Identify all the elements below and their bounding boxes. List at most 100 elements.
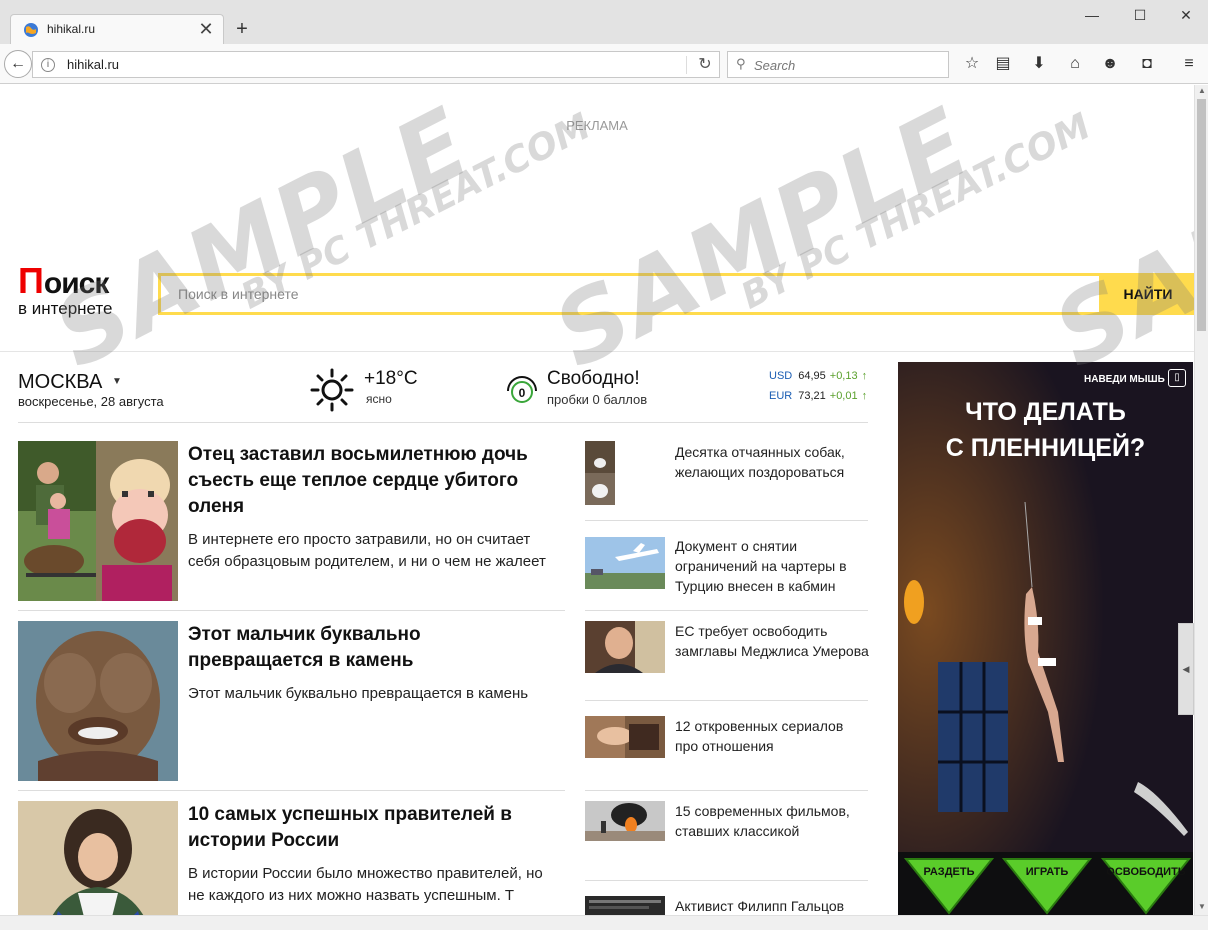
new-tab-button[interactable]: + (232, 18, 252, 40)
star-icon[interactable]: ☆ (960, 52, 984, 76)
ad-button-play[interactable]: ИГРАТЬ (1001, 857, 1093, 915)
rate-code: USD (769, 370, 793, 382)
side-image-activist[interactable] (585, 896, 665, 915)
ad-hint-text: НАВЕДИ МЫШЬ (1084, 374, 1165, 385)
rate-value: 73,21 (798, 390, 826, 402)
home-icon[interactable]: ⌂ (1063, 52, 1087, 76)
tab-title: hihikal.ru (47, 22, 96, 36)
scroll-up-icon[interactable]: ▲ (1195, 85, 1208, 97)
info-icon[interactable]: i (41, 58, 55, 72)
watermark: SAMPLE (1037, 86, 1194, 390)
article-image-stone-boy[interactable] (18, 621, 178, 781)
article-desc[interactable]: В интернете его просто затравили, но он … (188, 529, 548, 573)
side-image-films[interactable] (585, 801, 665, 841)
side-panel-toggle[interactable]: ◀ (1178, 623, 1194, 715)
side-image-plane[interactable] (585, 537, 665, 589)
maximize-icon[interactable]: ☐ (1124, 4, 1156, 26)
mouse-icon: ▯ (1168, 369, 1186, 387)
traffic-desc: пробки 0 баллов (547, 392, 648, 407)
ad-headline-line1: ЧТО ДЕЛАТЬ (965, 398, 1126, 426)
smiley-icon[interactable]: ☻ (1098, 52, 1122, 76)
traffic-level: 0 (518, 386, 526, 400)
article-divider (18, 790, 565, 791)
ad-button-label: РАЗДЕТЬ (923, 866, 975, 878)
globe-favicon-icon (24, 23, 38, 37)
chevron-down-icon[interactable]: ▼ (112, 376, 122, 387)
side-article-title[interactable]: 12 откровенных сериалов про отношения (675, 716, 870, 756)
back-arrow-icon: ← (10, 55, 26, 72)
ad-button-undress[interactable]: РАЗДЕТЬ (903, 857, 995, 915)
pocket-icon[interactable]: ◘ (1135, 52, 1159, 76)
back-button[interactable]: ← (4, 50, 32, 78)
arrow-up-icon: ↑ (861, 370, 868, 382)
ad-button-label: ОСВОБОДИТЬ (1106, 866, 1186, 878)
url-bar[interactable]: i hihikal.ru ↻ (32, 51, 720, 78)
side-article-title[interactable]: ЕС требует освободить замглавы Меджлиса … (675, 621, 870, 661)
window-close-icon[interactable]: ✕ (1170, 4, 1202, 26)
article-image-peter[interactable] (18, 801, 178, 915)
logo-subtitle: в интернете (18, 299, 113, 318)
side-article-title[interactable]: 15 современных фильмов, ставших классико… (675, 801, 870, 841)
browser-search-placeholder[interactable]: Search (754, 58, 795, 73)
ad-headline-line2: С ПЛЕННИЦЕЙ? (945, 434, 1146, 462)
side-divider (585, 790, 868, 791)
side-divider (585, 880, 868, 881)
arrow-up-icon: ↑ (861, 390, 868, 402)
site-logo[interactable]: Поиск в интернете (18, 263, 158, 323)
logo-main-text: оиск (43, 267, 109, 300)
nav-toolbar: ← i hihikal.ru ↻ ⚲ Search ☆ ▤ ⬇ ⌂ ☻ ◘ ≡ (0, 44, 1208, 84)
web-search-input[interactable] (161, 276, 1097, 312)
side-divider (585, 520, 868, 521)
side-divider (585, 700, 868, 701)
side-article-title[interactable]: Десятка отчаянных собак, желающих поздор… (675, 442, 870, 482)
article-title[interactable]: Этот мальчик буквально превращается в ка… (188, 622, 558, 674)
web-search-form: НАЙТИ (158, 273, 1194, 315)
weather-desc: ясно (366, 392, 392, 406)
temperature: +18°C (364, 368, 418, 389)
city-name[interactable]: МОСКВА (18, 371, 102, 394)
side-article-title[interactable]: Документ о снятии ограничений на чартеры… (675, 536, 870, 596)
article-image-hunting[interactable] (18, 441, 178, 601)
article-desc[interactable]: Этот мальчик буквально превращается в ка… (188, 683, 548, 705)
ad-button-label: ИГРАТЬ (1025, 866, 1069, 878)
rate-change: +0,01 (829, 390, 858, 402)
side-image-man[interactable] (585, 621, 665, 673)
ad-label: РЕКЛАМА (566, 118, 628, 133)
scroll-thumb[interactable] (1197, 99, 1206, 331)
page-viewport: РЕКЛАМА Поиск в интернете НАЙТИ МОСКВА ▼… (0, 85, 1194, 915)
side-article-title[interactable]: Активист Филипп Гальцов (675, 896, 870, 915)
menu-icon[interactable]: ≡ (1177, 52, 1201, 76)
ad-headline: ЧТО ДЕЛАТЬ С ПЛЕННИЦЕЙ? (898, 394, 1193, 466)
search-submit-button[interactable]: НАЙТИ (1099, 273, 1194, 315)
browser-tab[interactable]: hihikal.ru ✕ (10, 14, 224, 44)
eur-rate[interactable]: EUR 73,21 +0,01 ↑ (769, 390, 867, 402)
reading-list-icon[interactable]: ▤ (991, 52, 1015, 76)
vertical-scrollbar[interactable]: ▲ ▼ (1194, 85, 1208, 915)
rate-value: 64,95 (798, 370, 826, 382)
watermark-text: SAMPLE (1037, 86, 1194, 390)
tab-bar: hihikal.ru ✕ + — ☐ ✕ (0, 0, 1208, 44)
article-title[interactable]: Отец заставил восьмилетнюю дочь съесть е… (188, 442, 558, 520)
rate-change: +0,13 (829, 370, 858, 382)
article-desc[interactable]: В истории России было множество правител… (188, 863, 548, 907)
side-image-series[interactable] (585, 716, 665, 758)
ad-button-free[interactable]: ОСВОБОДИТЬ (1100, 857, 1192, 915)
horizontal-scrollbar[interactable] (0, 915, 1208, 930)
logo-first-letter: П (18, 260, 44, 301)
current-date: воскресенье, 28 августа (18, 394, 164, 409)
usd-rate[interactable]: USD 64,95 +0,13 ↑ (769, 370, 867, 382)
sun-icon (310, 368, 354, 412)
minimize-icon[interactable]: — (1076, 4, 1108, 26)
url-text[interactable]: hihikal.ru (67, 57, 119, 72)
browser-search-box[interactable]: ⚲ Search (727, 51, 949, 78)
article-title[interactable]: 10 самых успешных правителей в истории Р… (188, 802, 558, 854)
side-image-dogs[interactable] (585, 441, 615, 505)
download-icon[interactable]: ⬇ (1027, 52, 1051, 76)
traffic-status: Свободно! (547, 368, 640, 389)
article-divider (18, 610, 565, 611)
scroll-down-icon[interactable]: ▼ (1195, 901, 1208, 913)
ad-banner[interactable]: НАВЕДИ МЫШЬ ▯ ЧТО ДЕЛАТЬ С ПЛЕННИЦЕЙ? РА… (898, 362, 1193, 915)
url-divider (686, 56, 687, 74)
reload-icon[interactable]: ↻ (695, 54, 715, 76)
tab-close-icon[interactable]: ✕ (197, 19, 215, 39)
